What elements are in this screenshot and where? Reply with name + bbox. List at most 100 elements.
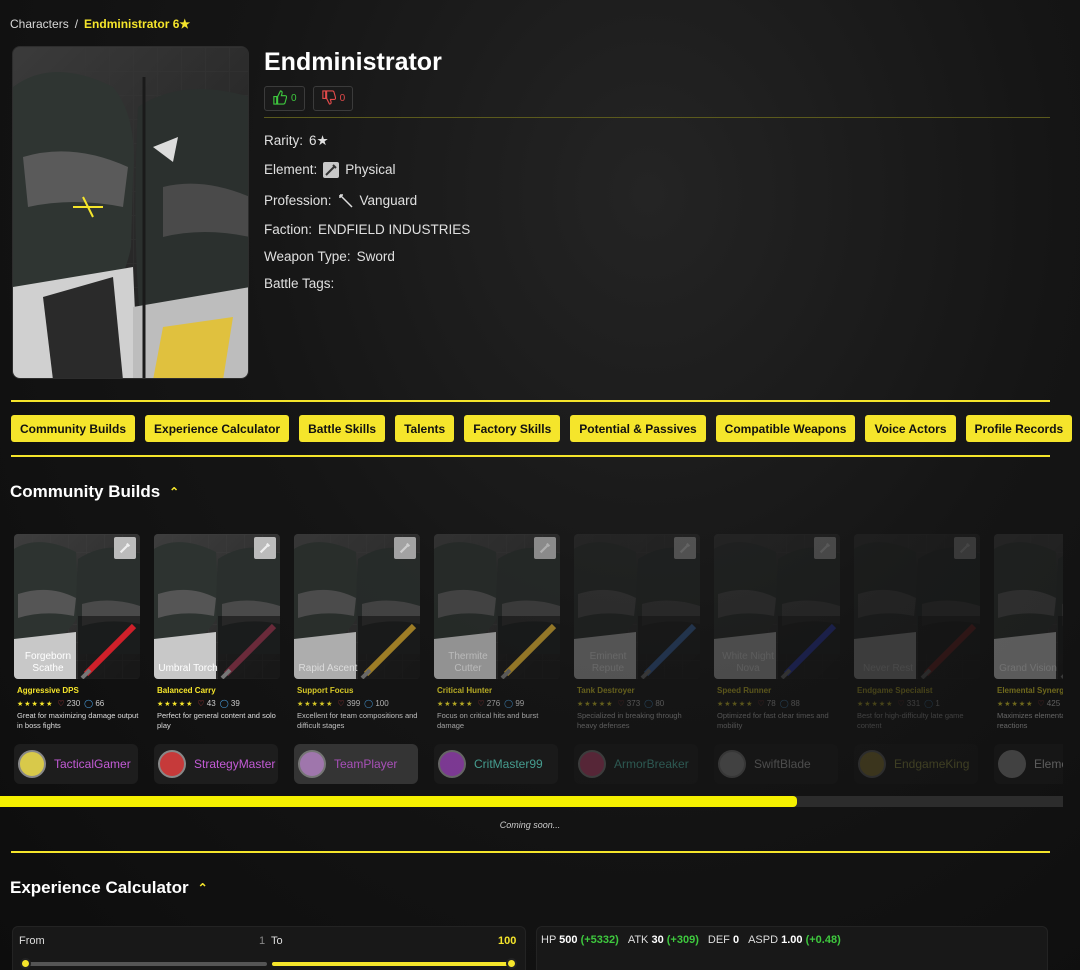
heart-icon: ♡ (477, 699, 485, 708)
build-rating: ★★★★★ (17, 700, 54, 708)
chevron-up-icon[interactable]: ⌃ (169, 485, 179, 499)
faction-label: Faction: (264, 222, 313, 237)
heart-icon: ♡ (337, 699, 345, 708)
author-name: TacticalGamer (54, 757, 131, 771)
build-author[interactable]: EndgameKing (854, 744, 978, 784)
to-slider-knob[interactable] (506, 958, 517, 969)
build-comments-count: 39 (230, 699, 240, 708)
build-role: Endgame Specialist (857, 686, 933, 695)
stats-panel (536, 926, 1048, 970)
build-role: Speed Runner (717, 686, 772, 695)
build-comments-count: 100 (375, 699, 389, 708)
like-count: 0 (291, 93, 297, 104)
to-slider-track[interactable] (272, 962, 512, 966)
build-author[interactable]: StrategyMaster (154, 744, 278, 784)
build-author[interactable]: TeamPlayer (294, 744, 418, 784)
from-value: 1 (259, 935, 266, 947)
build-rating: ★★★★★ (717, 700, 754, 708)
weapon-type-value: Sword (356, 249, 395, 264)
build-art: Forgeborn Scathe (14, 534, 140, 679)
tab-battle-skills[interactable]: Battle Skills (299, 415, 386, 442)
build-weapon-name: Grand Vision (999, 663, 1057, 674)
build-card[interactable]: White Night Nova Speed Runner ★★★★★ ♡ 78… (710, 532, 840, 790)
author-name: EndgameKing (894, 757, 970, 771)
author-avatar (158, 750, 186, 778)
comment-icon: ◯ (504, 699, 514, 708)
tabs-bottom-divider (11, 455, 1050, 457)
build-meta: ★★★★★ ♡ 43 ◯ 39 (157, 699, 240, 708)
tab-factory-skills[interactable]: Factory Skills (464, 415, 561, 442)
author-avatar (298, 750, 326, 778)
build-comments-count: 80 (655, 699, 665, 708)
build-description: Optimized for fast clear times and mobil… (717, 711, 829, 730)
tab-community-builds[interactable]: Community Builds (11, 415, 136, 442)
stat-name: ASPD (748, 934, 779, 946)
build-art: Never Rest (854, 534, 980, 679)
community-builds-header[interactable]: Community Builds ⌃ (10, 482, 179, 502)
tab-voice-actors[interactable]: Voice Actors (865, 415, 956, 442)
build-author[interactable]: CritMaster99 (434, 744, 558, 784)
physical-element-icon (394, 537, 416, 559)
like-button[interactable]: 0 (264, 86, 305, 111)
build-rating: ★★★★★ (857, 700, 894, 708)
build-author[interactable]: ArmorBreaker (574, 744, 698, 784)
build-art: Eminent Repute (574, 534, 700, 679)
build-card[interactable]: Grand Vision Elemental Synergy ★★★★★ ♡ 4… (990, 532, 1063, 790)
builds-scrollbar-thumb[interactable] (0, 796, 798, 807)
build-comments: ◯ 66 (84, 699, 104, 708)
element-value: Physical (345, 162, 396, 177)
character-info: Rarity: 6★ Element: Physical Profession: … (264, 127, 470, 297)
build-weapon-name: Eminent Repute (589, 651, 627, 674)
build-card[interactable]: Never Rest Endgame Specialist ★★★★★ ♡ 33… (850, 532, 980, 790)
build-author[interactable]: SwiftBlade (714, 744, 838, 784)
breadcrumb-current: Endministrator 6★ (84, 17, 191, 31)
to-value: 100 (498, 935, 517, 947)
chevron-up-icon[interactable]: ⌃ (198, 881, 208, 895)
build-comments: ◯ 39 (220, 699, 240, 708)
rarity-label: Rarity: (264, 133, 304, 148)
stat-name: DEF (707, 934, 730, 946)
author-avatar (998, 750, 1026, 778)
author-avatar (858, 750, 886, 778)
experience-calculator-header[interactable]: Experience Calculator ⌃ (10, 878, 208, 898)
tab-talents[interactable]: Talents (395, 415, 455, 442)
stat-value: 30 (651, 934, 664, 946)
build-meta: ★★★★★ ♡ 78 ◯ 88 (717, 699, 800, 708)
build-comments: ◯ 100 (364, 699, 389, 708)
section-divider (11, 851, 1050, 853)
build-rating: ★★★★★ (577, 700, 614, 708)
tab-profile-records[interactable]: Profile Records (965, 415, 1073, 442)
author-name: ElementalMage (1034, 757, 1063, 771)
build-likes-count: 276 (486, 699, 501, 708)
tab-experience-calculator[interactable]: Experience Calculator (145, 415, 290, 442)
comment-icon: ◯ (364, 699, 374, 708)
build-rating: ★★★★★ (157, 700, 194, 708)
comment-icon: ◯ (644, 699, 654, 708)
build-card[interactable]: Rapid Ascent Support Focus ★★★★★ ♡ 399 ◯… (290, 532, 420, 790)
comment-icon: ◯ (779, 699, 789, 708)
tab-potential-passives[interactable]: Potential & Passives (570, 415, 706, 442)
battle-tags-row: Battle Tags: (264, 270, 470, 297)
faction-row: Faction: ENDFIELD INDUSTRIES (264, 216, 470, 243)
build-art: Umbral Torch (154, 534, 280, 679)
builds-carousel[interactable]: Forgeborn Scathe Aggressive DPS ★★★★★ ♡ … (10, 532, 1063, 790)
build-comments-count: 99 (515, 699, 525, 708)
tab-compatible-weapons[interactable]: Compatible Weapons (715, 415, 856, 442)
build-likes-count: 425 (1046, 699, 1061, 708)
build-role: Tank Destroyer (577, 686, 635, 695)
breadcrumb-characters-link[interactable]: Characters (10, 17, 69, 31)
builds-scrollbar[interactable] (0, 796, 1063, 807)
element-label: Element: (264, 162, 318, 177)
build-card[interactable]: Umbral Torch Balanced Carry ★★★★★ ♡ 43 ◯… (150, 532, 280, 790)
build-description: Perfect for general content and solo pla… (157, 711, 276, 730)
dislike-button[interactable]: 0 (312, 86, 354, 111)
build-card[interactable]: Eminent Repute Tank Destroyer ★★★★★ ♡ 37… (570, 532, 700, 790)
build-meta: ★★★★★ ♡ 230 ◯ 66 (17, 699, 104, 708)
from-slider-track[interactable] (25, 962, 267, 966)
build-card[interactable]: Thermite Cutter Critical Hunter ★★★★★ ♡ … (430, 532, 560, 790)
build-author[interactable]: TacticalGamer (14, 744, 138, 784)
build-author[interactable]: ElementalMage (994, 744, 1063, 784)
author-name: StrategyMaster (194, 757, 276, 771)
build-card[interactable]: Forgeborn Scathe Aggressive DPS ★★★★★ ♡ … (10, 532, 140, 790)
from-slider-knob[interactable] (20, 958, 31, 969)
